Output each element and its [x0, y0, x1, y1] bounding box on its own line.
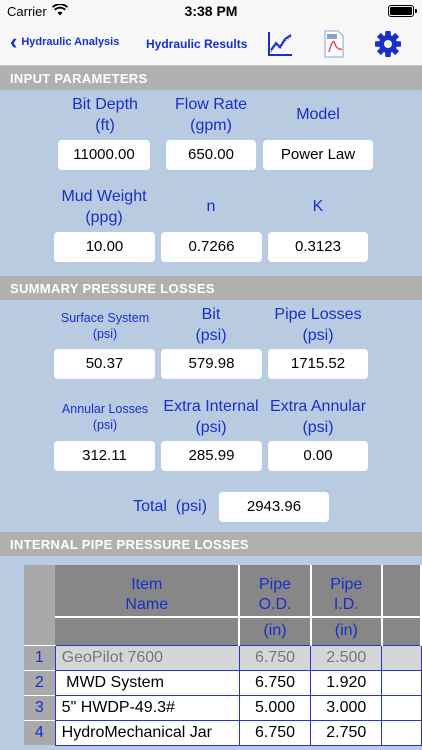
pipe-od-cell[interactable]: 6.750 — [238, 644, 312, 671]
table-corner — [24, 565, 56, 645]
pipe-od-cell[interactable]: 6.750 — [238, 669, 312, 696]
extra-internal-value: 285.99 — [161, 441, 262, 471]
item-name-cell[interactable]: 5" HWDP-49.3# — [54, 694, 240, 721]
pdf-export-icon[interactable] — [320, 30, 348, 58]
item-name-cell[interactable]: HydroMechanical Jar — [54, 719, 240, 746]
pipe-od-cell[interactable]: 5.000 — [238, 694, 312, 721]
bit-depth-field[interactable]: 11000.00 — [58, 140, 150, 170]
chevron-left-icon: ‹ — [10, 29, 18, 54]
total-value: 2943.96 — [219, 492, 329, 522]
n-label: n — [206, 198, 216, 215]
item-unit-header — [55, 616, 241, 645]
navigation-bar: ‹ Hydraulic Analysis Hydraulic Results — [0, 22, 422, 66]
internal-pipe-pressure-losses-header: INTERNAL PIPE PRESSURE LOSSES — [0, 532, 422, 556]
item-name-cell[interactable]: GeoPilot 7600 — [54, 644, 240, 671]
next-column-header — [381, 565, 422, 617]
row-number: 4 — [24, 719, 56, 745]
extra-internal-label: Extra Internal (psi) — [163, 398, 259, 436]
mud-weight-field[interactable]: 10.00 — [54, 232, 155, 262]
pipe-id-header: Pipe I.D. — [310, 565, 383, 617]
k-label: K — [312, 198, 324, 215]
row-number: 1 — [24, 644, 56, 670]
flow-rate-field[interactable]: 650.00 — [166, 140, 256, 170]
surface-system-value: 50.37 — [54, 349, 155, 379]
page-title: Hydraulic Results — [146, 37, 248, 51]
row-number: 3 — [24, 694, 56, 720]
next-column-cell[interactable] — [381, 644, 422, 671]
extra-annular-value: 0.00 — [268, 441, 368, 471]
row-number: 2 — [24, 669, 56, 695]
bit-label: Bit (psi) — [195, 306, 227, 344]
bit-depth-label: Bit Depth (ft) — [72, 96, 138, 134]
item-name-cell[interactable]: MWD System — [54, 669, 240, 696]
internal-pipe-table[interactable]: Item Name Pipe O.D. Pipe I.D. (in) (in) 1 G… — [24, 565, 422, 750]
flow-rate-label: Flow Rate (gpm) — [174, 96, 248, 134]
extra-annular-label: Extra Annular (psi) — [269, 398, 367, 436]
line-chart-icon[interactable] — [266, 30, 294, 58]
table-row[interactable]: 1 GeoPilot 7600 6.750 2.500 — [24, 644, 422, 671]
pipe-id-unit: (in) — [310, 616, 383, 645]
n-field[interactable]: 0.7266 — [161, 232, 262, 262]
input-parameters-header: INPUT PARAMETERS — [0, 66, 422, 90]
pipe-id-cell[interactable]: 2.750 — [310, 719, 383, 746]
back-button[interactable]: ‹ Hydraulic Analysis — [10, 29, 120, 54]
table-row[interactable]: 3 5" HWDP-49.3# 5.000 3.000 — [24, 694, 422, 721]
total-label: Total (psi) — [133, 498, 207, 515]
next-column-unit — [381, 616, 422, 645]
pipe-id-cell[interactable]: 3.000 — [310, 694, 383, 721]
next-column-cell[interactable] — [381, 719, 422, 746]
back-button-label: Hydraulic Analysis — [21, 36, 120, 48]
mud-weight-label: Mud Weight (ppg) — [61, 188, 147, 226]
k-field[interactable]: 0.3123 — [268, 232, 368, 262]
clock: 3:38 PM — [184, 3, 238, 19]
summary-pressure-losses-header: SUMMARY PRESSURE LOSSES — [0, 276, 422, 300]
pipe-losses-label: Pipe Losses (psi) — [274, 306, 362, 344]
table-row[interactable]: 4 HydroMechanical Jar 6.750 2.750 — [24, 719, 422, 746]
battery-icon — [388, 5, 417, 17]
model-label: Model — [296, 106, 340, 123]
pipe-od-header: Pipe O.D. — [239, 565, 312, 617]
table-row[interactable]: 2 MWD System 6.750 1.920 — [24, 669, 422, 696]
next-column-cell[interactable] — [381, 694, 422, 721]
gear-icon[interactable] — [374, 30, 402, 58]
bit-value: 579.98 — [161, 349, 262, 379]
pipe-od-unit: (in) — [239, 616, 312, 645]
model-selector[interactable]: Power Law — [263, 140, 373, 170]
pipe-id-cell[interactable]: 2.500 — [310, 644, 383, 671]
pipe-losses-value: 1715.52 — [268, 349, 368, 379]
pipe-id-cell[interactable]: 1.920 — [310, 669, 383, 696]
annular-losses-value: 312.11 — [54, 441, 155, 471]
next-column-cell[interactable] — [381, 669, 422, 696]
status-bar: Carrier 3:38 PM — [0, 0, 422, 22]
item-name-header: Item Name — [55, 565, 241, 617]
annular-losses-label: Annular Losses (psi) — [61, 402, 149, 432]
pipe-od-cell[interactable]: 6.750 — [238, 719, 312, 746]
surface-system-label: Surface System (psi) — [60, 311, 150, 341]
